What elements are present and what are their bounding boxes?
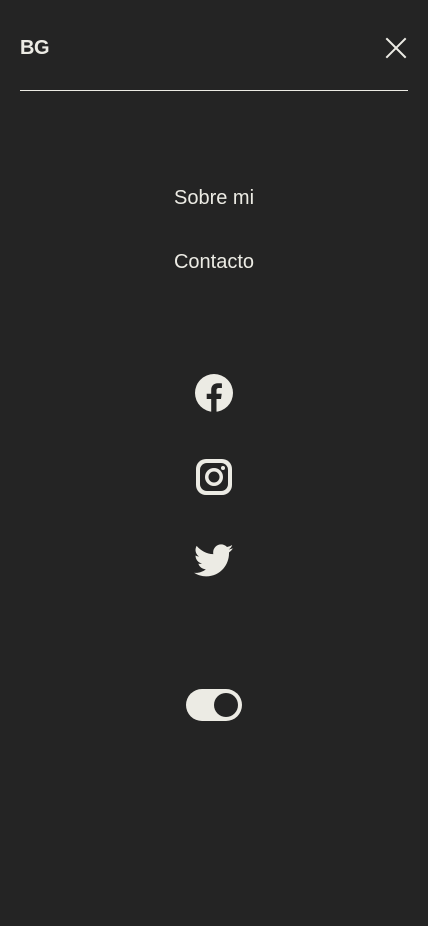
header: BG [20, 0, 408, 91]
instagram-icon [196, 459, 232, 495]
instagram-link[interactable] [193, 456, 235, 498]
logo[interactable]: BG [20, 35, 50, 61]
close-menu-button[interactable] [384, 36, 408, 60]
toggle-knob [214, 693, 238, 717]
facebook-icon [195, 374, 233, 412]
nav-link-contacto[interactable]: Contacto [114, 244, 314, 280]
nav-link-sobre-mi[interactable]: Sobre mi [114, 180, 314, 216]
menu-nav: Sobre mi Contacto [0, 180, 428, 280]
facebook-link[interactable] [193, 372, 235, 414]
close-icon [385, 37, 407, 59]
theme-toggle[interactable] [186, 689, 242, 721]
twitter-link[interactable] [193, 540, 235, 582]
twitter-icon [194, 544, 234, 577]
